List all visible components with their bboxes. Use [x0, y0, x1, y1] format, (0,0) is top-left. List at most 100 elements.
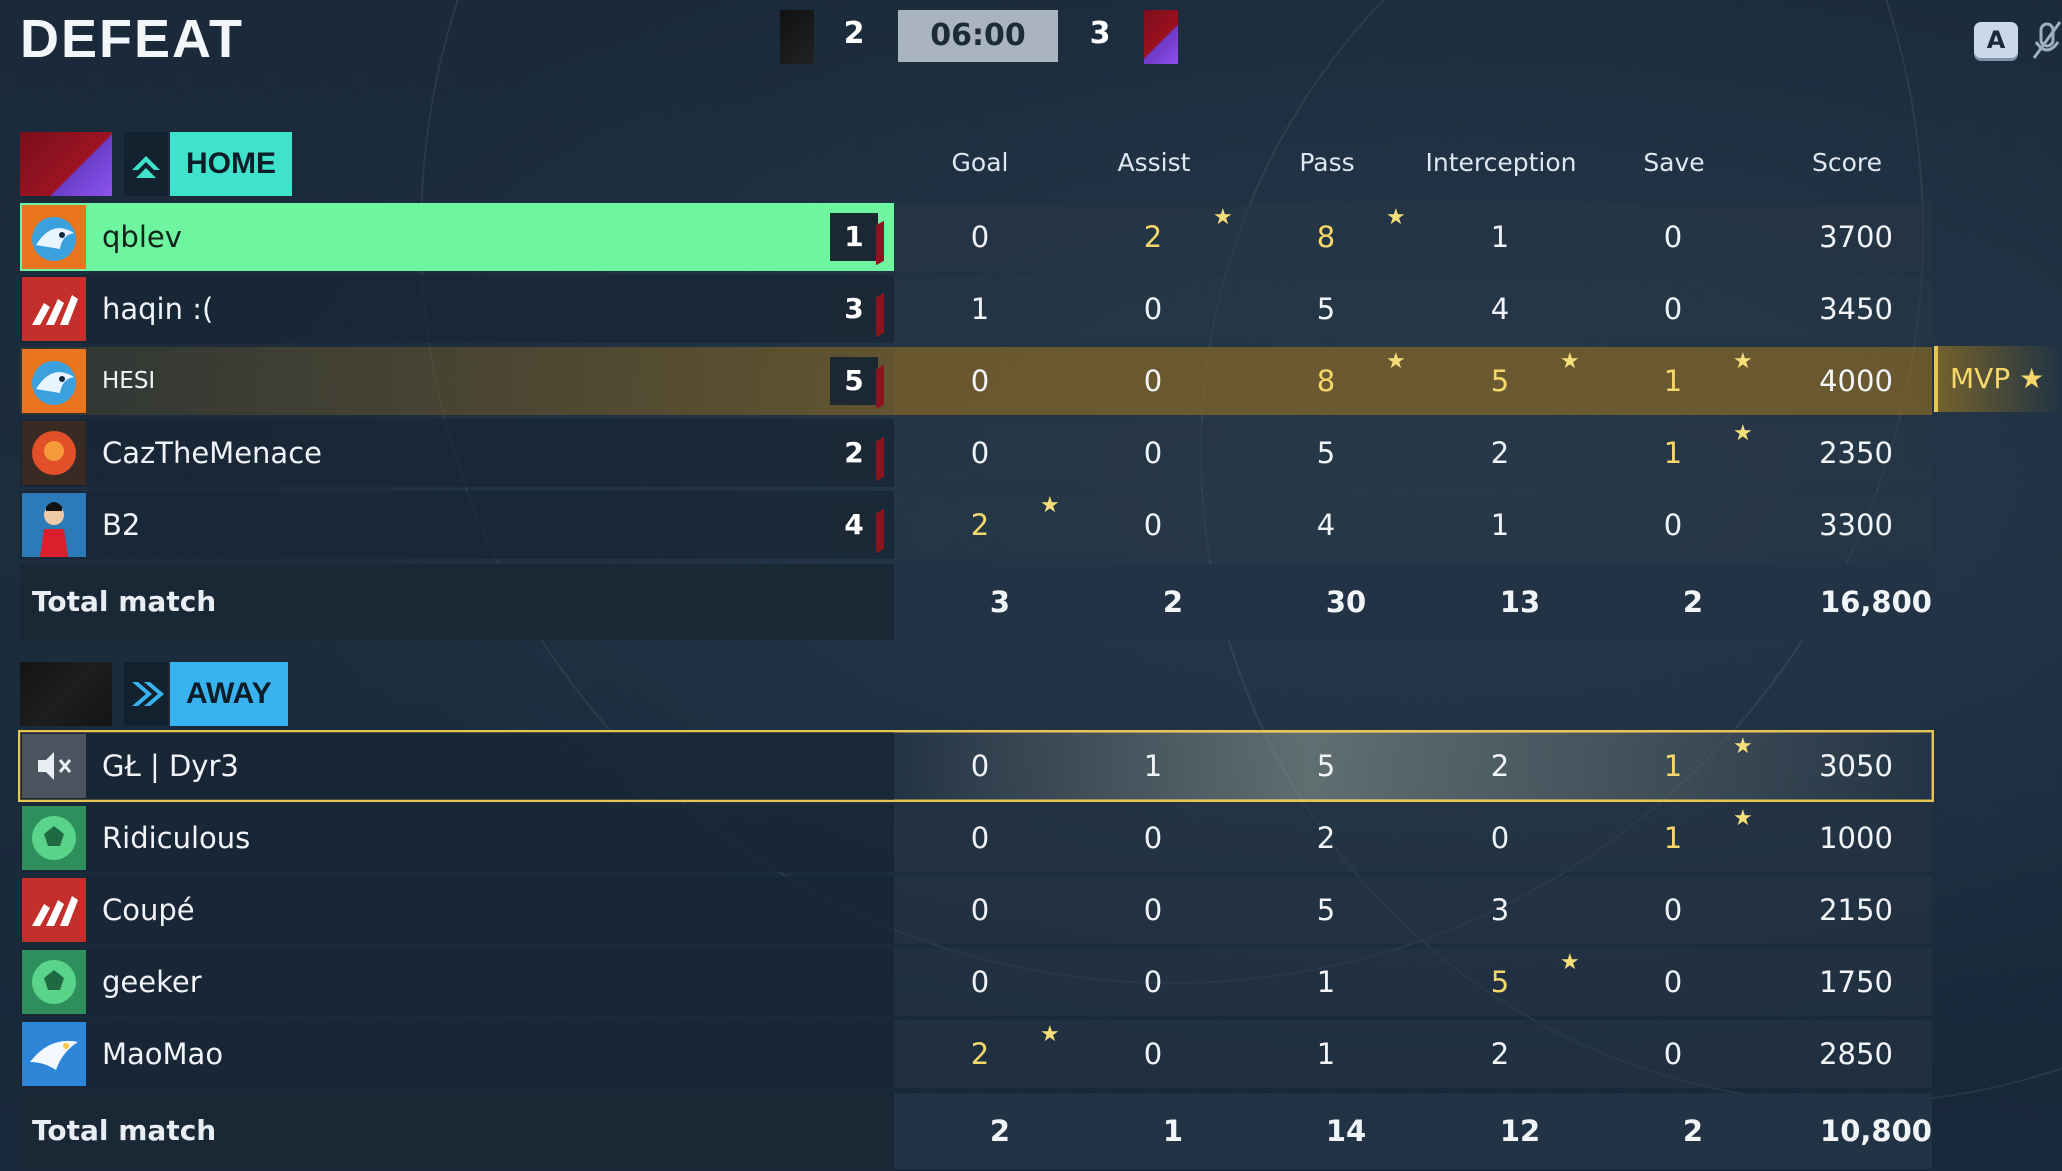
rank-badge: 3: [830, 285, 878, 333]
stat-goal: 0: [970, 965, 990, 999]
player-name: geeker: [102, 965, 202, 999]
star-icon: ★: [1386, 349, 1406, 374]
star-icon: ★: [1213, 205, 1233, 230]
total-label: Total match: [32, 585, 217, 618]
col-save: Save: [1643, 148, 1705, 177]
stat-goal: 2: [970, 1037, 990, 1071]
stat-interception: 3: [1490, 893, 1510, 927]
stat-save: 1: [1663, 749, 1683, 783]
player-name: qblev: [102, 220, 182, 254]
bird-avatar: [22, 1022, 86, 1086]
shark-avatar: [22, 205, 86, 269]
home-flag-icon: [780, 10, 814, 64]
rank-badge: 1: [830, 213, 878, 261]
orb-avatar: [22, 421, 86, 485]
stat-assist: 2: [1143, 220, 1163, 254]
away-flag-icon: [1144, 10, 1178, 64]
total-assist: 1: [1162, 1114, 1184, 1148]
stat-save: 0: [1663, 220, 1683, 254]
stat-pass: 8: [1316, 220, 1336, 254]
stat-goal: 2: [970, 508, 990, 542]
stat-interception: 5: [1490, 364, 1510, 398]
stat-assist: 0: [1143, 965, 1163, 999]
player-row[interactable]: MaoMao 2 ★ 0 1 2 0 2850: [20, 1020, 1932, 1088]
shark-avatar: [22, 349, 86, 413]
total-save: 2: [1682, 1114, 1704, 1148]
player-name: haqin :(: [102, 292, 214, 326]
col-pass: Pass: [1299, 148, 1355, 177]
player-row[interactable]: geeker 0 0 1 5 ★ 0 1750: [20, 948, 1932, 1016]
stat-score: 3300: [1819, 508, 1893, 542]
player-name: Coupé: [102, 893, 195, 927]
stat-pass: 8: [1316, 364, 1336, 398]
player-row[interactable]: qblev 1 0 2 ★ 8 ★ 1 0 3700: [20, 203, 1932, 271]
stat-score: 3050: [1819, 749, 1893, 783]
rank-badge: 4: [830, 501, 878, 549]
stat-pass: 5: [1316, 292, 1336, 326]
total-save: 2: [1682, 585, 1704, 619]
home-team-flag: [20, 132, 112, 196]
away-total-row: Total match 2 1 14 12 2 10,800: [20, 1093, 1932, 1169]
player-name: MaoMao: [102, 1037, 224, 1071]
stat-save: 0: [1663, 292, 1683, 326]
stat-goal: 0: [970, 436, 990, 470]
stat-score: 4000: [1819, 364, 1893, 398]
stat-score: 3700: [1819, 220, 1893, 254]
home-total-row: Total match 3 2 30 13 2 16,800: [20, 564, 1932, 640]
stripes-avatar: [22, 277, 86, 341]
star-icon: ★: [1733, 349, 1753, 374]
away-team-label: AWAY: [170, 662, 288, 726]
player-name: CazTheMenace: [102, 436, 322, 470]
stat-assist: 0: [1143, 292, 1163, 326]
total-assist: 2: [1162, 585, 1184, 619]
total-goal: 2: [989, 1114, 1011, 1148]
stat-score: 3450: [1819, 292, 1893, 326]
total-interception: 12: [1499, 1114, 1541, 1148]
ball-avatar: [22, 806, 86, 870]
stat-score: 1750: [1819, 965, 1893, 999]
stat-interception: 1: [1490, 508, 1510, 542]
player-name: HESI: [102, 368, 156, 394]
player-row[interactable]: HESI 5 0 0 8 ★ 5 ★ 1 ★ 4000: [20, 347, 1932, 415]
stat-save: 0: [1663, 1037, 1683, 1071]
stat-goal: 0: [970, 220, 990, 254]
stat-save: 1: [1663, 436, 1683, 470]
stat-pass: 5: [1316, 893, 1336, 927]
stat-goal: 1: [970, 292, 990, 326]
stat-score: 2150: [1819, 893, 1893, 927]
stat-interception: 2: [1490, 749, 1510, 783]
player-row[interactable]: Coupé 0 0 5 3 0 2150: [20, 876, 1932, 944]
stat-assist: 0: [1143, 821, 1163, 855]
star-icon: ★: [1040, 1022, 1060, 1047]
stat-goal: 0: [970, 821, 990, 855]
player-avatar: [22, 493, 86, 557]
stat-pass: 4: [1316, 508, 1336, 542]
stat-interception: 0: [1490, 821, 1510, 855]
col-assist: Assist: [1117, 148, 1191, 177]
star-icon: ★: [1560, 349, 1580, 374]
player-row[interactable]: CazTheMenace 2 0 0 5 2 1 ★ 2350: [20, 419, 1932, 487]
home-team-logo-icon: [124, 132, 168, 196]
player-row[interactable]: GŁ | Dyr3 0 1 5 2 1 ★ 3050: [18, 730, 1934, 802]
stat-save: 0: [1663, 965, 1683, 999]
rank-badge: 2: [830, 429, 878, 477]
mic-muted-icon[interactable]: [2032, 20, 2062, 62]
star-icon: ★: [1733, 421, 1753, 446]
player-name: GŁ | Dyr3: [102, 749, 239, 783]
stat-interception: 4: [1490, 292, 1510, 326]
stat-assist: 0: [1143, 364, 1163, 398]
match-result-title: DEFEAT: [20, 9, 244, 69]
player-row[interactable]: Ridiculous 0 0 2 0 1 ★ 1000: [20, 804, 1932, 872]
key-a-icon[interactable]: A: [1974, 22, 2018, 58]
stat-goal: 0: [970, 749, 990, 783]
player-row[interactable]: B2 4 2 ★ 0 4 1 0 3300: [20, 491, 1932, 559]
col-goal: Goal: [951, 148, 1009, 177]
stat-interception: 2: [1490, 1037, 1510, 1071]
stat-assist: 0: [1143, 1037, 1163, 1071]
ball-avatar: [22, 950, 86, 1014]
rank-badge: 5: [830, 357, 878, 405]
away-team-flag: [20, 662, 112, 726]
player-row[interactable]: haqin :( 3 1 0 5 4 0 3450: [20, 275, 1932, 343]
total-label: Total match: [32, 1114, 217, 1147]
away-score: 3: [1089, 16, 1111, 51]
